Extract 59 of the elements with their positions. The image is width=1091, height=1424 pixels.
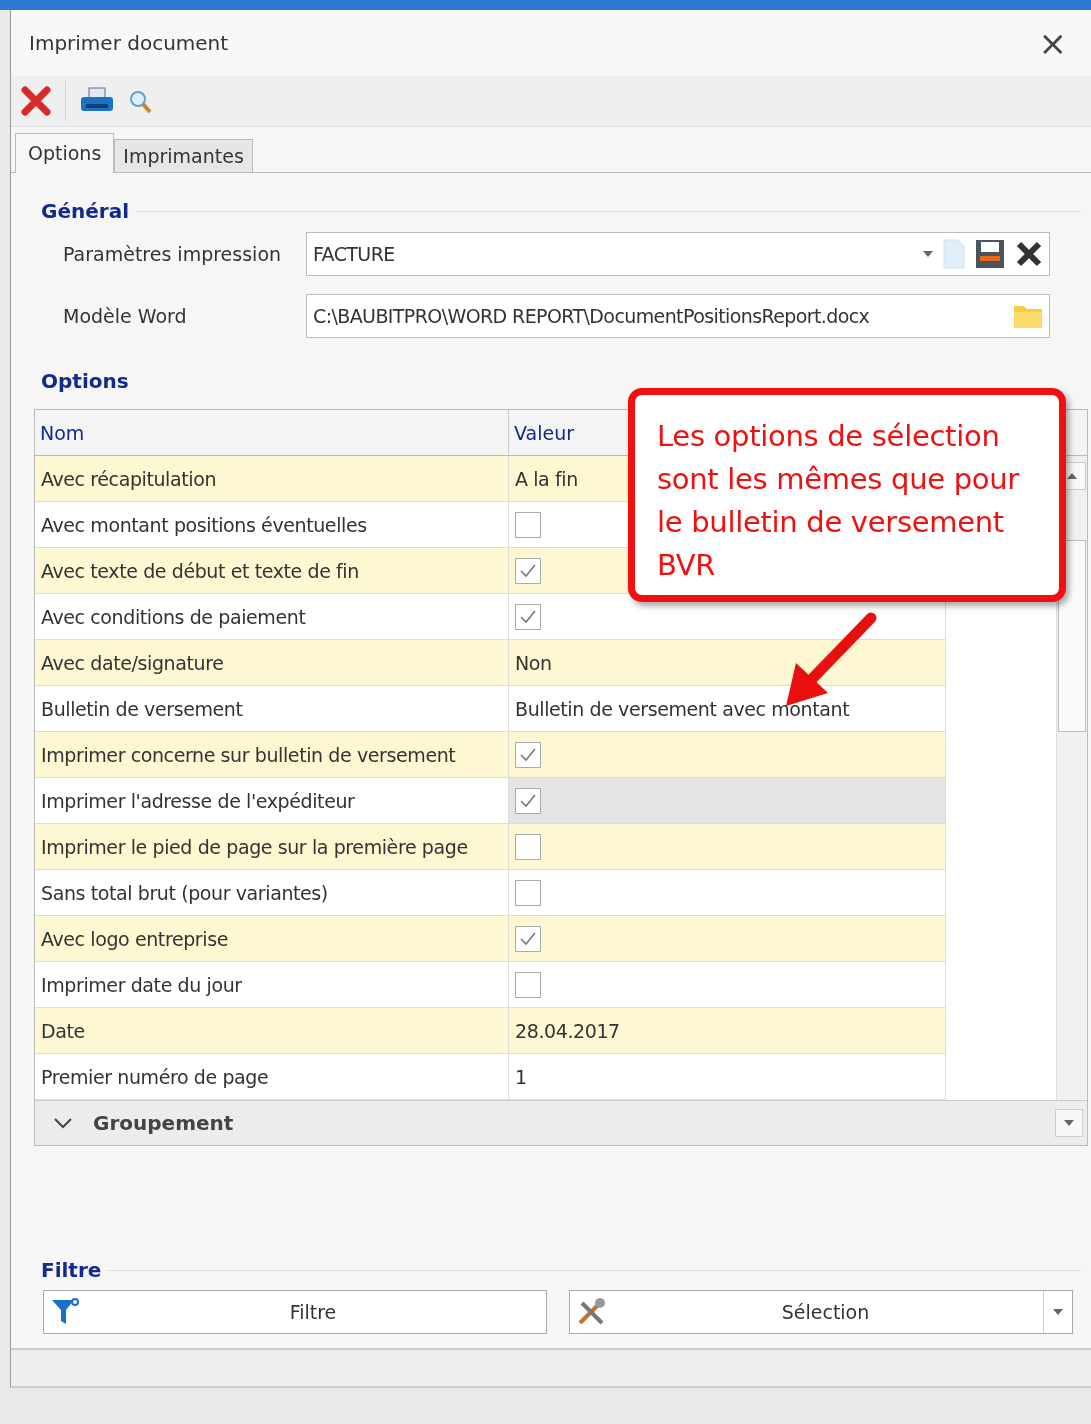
check-icon	[519, 608, 537, 625]
scrollbar[interactable]	[1056, 456, 1087, 1100]
filter-button[interactable]: Filtre	[43, 1290, 547, 1334]
checkbox[interactable]	[515, 511, 541, 538]
property-name: Avec logo entreprise	[35, 916, 509, 962]
property-value[interactable]: 28.04.2017	[509, 1008, 946, 1054]
property-name: Avec date/signature	[35, 640, 509, 686]
check-icon	[519, 746, 537, 763]
property-name: Avec montant positions éventuelles	[35, 502, 509, 548]
field-label: Paramètres impression	[63, 243, 283, 265]
checkbox[interactable]	[515, 971, 541, 998]
property-name: Imprimer concerne sur bulletin de versement	[35, 732, 509, 778]
checkbox[interactable]	[515, 879, 541, 906]
window-title: Imprimer document	[29, 31, 229, 55]
dropdown-icon	[1064, 1120, 1074, 1126]
property-name: Avec conditions de paiement	[35, 594, 509, 640]
checkbox[interactable]	[515, 787, 541, 814]
check-icon	[519, 930, 537, 947]
field-label: Modèle Word	[63, 305, 188, 327]
property-value[interactable]: Bulletin de versement avec montant	[509, 686, 946, 732]
combo-field[interactable]: FACTURE	[306, 232, 1050, 276]
property-value[interactable]: Non	[509, 640, 946, 686]
section-title: Général	[41, 199, 129, 223]
property-name: Avec récapitulation	[35, 456, 509, 502]
checkbox[interactable]	[515, 833, 541, 860]
checkbox[interactable]	[515, 557, 541, 584]
dropdown-icon	[1053, 1309, 1063, 1315]
checkbox[interactable]	[515, 603, 541, 630]
dropdown-icon	[923, 251, 933, 257]
close-button[interactable]: ×	[1032, 23, 1073, 63]
path-field[interactable]: C:\BAUBITPRO\WORD REPORT\DocumentPositionsReport.docx	[306, 294, 1050, 338]
delete-icon[interactable]	[21, 86, 51, 116]
tab[interactable]: Options	[15, 133, 115, 173]
property-name: Bulletin de versement	[35, 686, 509, 732]
property-name: Avec texte de début et texte de fin	[35, 548, 509, 594]
property-name: Sans total brut (pour variantes)	[35, 870, 509, 916]
property-name: Premier numéro de page	[35, 1054, 509, 1100]
checkbox[interactable]	[515, 741, 541, 768]
close-icon[interactable]	[1015, 240, 1043, 268]
section-title: Filtre	[41, 1258, 102, 1282]
property-name: Imprimer le pied de page sur la première page	[35, 824, 509, 870]
property-name: Imprimer l'adresse de l'expéditeur	[35, 778, 509, 824]
checkbox[interactable]	[515, 925, 541, 952]
selection-button[interactable]: Sélection	[569, 1290, 1073, 1334]
funnel-icon	[50, 1297, 80, 1327]
check-icon	[519, 562, 537, 579]
column-header[interactable]: Nom	[35, 410, 509, 455]
property-name: Date	[35, 1008, 509, 1054]
tools-icon	[576, 1297, 608, 1327]
property-name: Imprimer date du jour	[35, 962, 509, 1008]
check-icon	[519, 792, 537, 809]
section-title: Options	[41, 369, 129, 393]
callout-text: Les options de sélection sont les mêmes que pour le bulletin de versement BVR	[657, 418, 1021, 584]
caret-icon	[1067, 473, 1077, 479]
property-value[interactable]: 1	[509, 1054, 946, 1100]
dropdown-button[interactable]	[1055, 1109, 1083, 1137]
save-icon[interactable]	[975, 239, 1005, 269]
tab[interactable]: Imprimantes	[114, 139, 253, 172]
group-row[interactable]: Groupement	[35, 1100, 1087, 1145]
